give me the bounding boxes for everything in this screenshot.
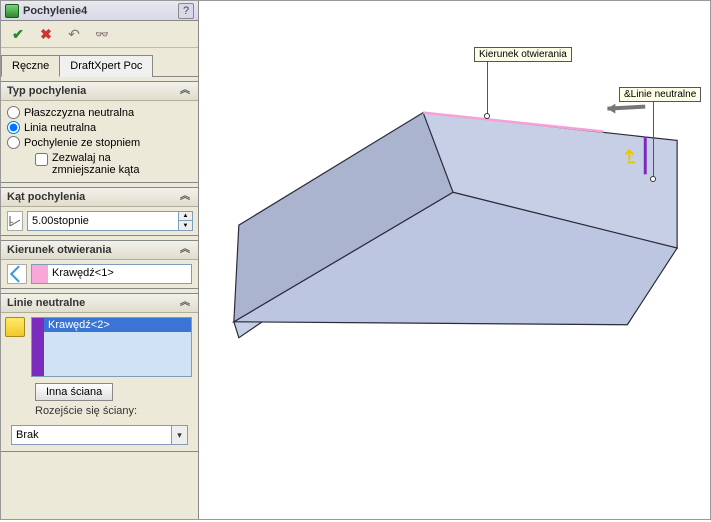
- spin-down-button[interactable]: ▼: [178, 221, 192, 230]
- angle-icon: [7, 211, 23, 231]
- property-panel: Pochylenie4 ? Ręczne DraftXpert Poc Typ …: [1, 1, 199, 519]
- graphics-viewport[interactable]: Kierunek otwierania &Linie neutralne: [199, 1, 710, 519]
- section-neutral-lines: Linie neutralne Krawędź<2> Inna ściana R…: [1, 293, 198, 452]
- section-title-direction: Kierunek otwierania: [7, 244, 178, 256]
- radio-neutral-line[interactable]: Linia neutralna: [7, 120, 192, 135]
- help-button[interactable]: ?: [178, 3, 194, 19]
- section-draft-type: Typ pochylenia Płaszczyzna neutralna Lin…: [1, 81, 198, 183]
- callout-neutral-lines: &Linie neutralne: [619, 87, 701, 102]
- direction-value: Krawędź<1>: [48, 265, 191, 283]
- leader-line: [487, 62, 488, 115]
- collapse-icon[interactable]: [178, 243, 192, 257]
- checkbox-allow-reduce[interactable]: Zezwalaj na zmniejszanie kąta: [7, 150, 192, 178]
- mode-tabs: Ręczne DraftXpert Poc: [1, 54, 198, 77]
- reverse-direction-icon[interactable]: [7, 264, 27, 284]
- checkbox-allow-reduce-label: Zezwalaj na zmniejszanie kąta: [52, 152, 139, 176]
- callout-direction: Kierunek otwierania: [474, 47, 572, 62]
- preview-button[interactable]: [93, 25, 111, 43]
- section-title-lines: Linie neutralne: [7, 297, 178, 309]
- radio-step-draft[interactable]: Pochylenie ze stopniem: [7, 135, 192, 150]
- radio-neutral-plane[interactable]: Płaszczyzna neutralna: [7, 105, 192, 120]
- radio-neutral-line-input[interactable]: [7, 121, 20, 134]
- radio-neutral-plane-input[interactable]: [7, 106, 20, 119]
- checkbox-allow-reduce-input[interactable]: [35, 153, 48, 166]
- leader-endpoint: [484, 113, 490, 119]
- section-direction: Kierunek otwierania Krawędź<1>: [1, 240, 198, 289]
- section-header-type[interactable]: Typ pochylenia: [1, 82, 198, 101]
- section-header-direction[interactable]: Kierunek otwierania: [1, 241, 198, 260]
- neutral-lines-listbox[interactable]: Krawędź<2>: [31, 317, 192, 377]
- model-view: [199, 1, 710, 519]
- direction-selection-box[interactable]: Krawędź<1>: [31, 264, 192, 284]
- section-header-angle[interactable]: Kąt pochylenia: [1, 188, 198, 207]
- angle-input[interactable]: [28, 212, 178, 230]
- section-title-type: Typ pochylenia: [7, 85, 178, 97]
- panel-titlebar: Pochylenie4 ?: [1, 1, 198, 21]
- tab-draftxpert[interactable]: DraftXpert Poc: [59, 55, 153, 77]
- combo-value: Brak: [12, 429, 171, 441]
- tab-manual[interactable]: Ręczne: [1, 55, 60, 77]
- cancel-button[interactable]: [37, 25, 55, 43]
- panel-title: Pochylenie4: [23, 5, 178, 17]
- leader-endpoint: [650, 176, 656, 182]
- collapse-icon[interactable]: [178, 190, 192, 204]
- chevron-down-icon[interactable]: [171, 426, 187, 444]
- leader-line: [653, 102, 654, 178]
- angle-input-box[interactable]: ▲ ▼: [27, 211, 193, 231]
- angle-spinner[interactable]: ▲ ▼: [178, 212, 192, 230]
- section-title-angle: Kąt pochylenia: [7, 191, 178, 203]
- radio-neutral-plane-label: Płaszczyzna neutralna: [24, 107, 134, 119]
- face-propagation-combo[interactable]: Brak: [11, 425, 188, 445]
- radio-step-draft-label: Pochylenie ze stopniem: [24, 137, 140, 149]
- undo-button[interactable]: [65, 25, 83, 43]
- action-row: [1, 21, 198, 48]
- section-header-lines[interactable]: Linie neutralne: [1, 294, 198, 313]
- face-propagation-label: Rozejście się ściany:: [7, 403, 192, 419]
- other-face-button[interactable]: Inna ściana: [35, 383, 113, 401]
- collapse-icon[interactable]: [178, 296, 192, 310]
- spin-up-button[interactable]: ▲: [178, 212, 192, 221]
- feature-icon: [5, 4, 19, 18]
- neutral-lines-color-swatch: [32, 318, 44, 376]
- direction-color-swatch: [32, 265, 48, 283]
- radio-neutral-line-label: Linia neutralna: [24, 122, 96, 134]
- ok-button[interactable]: [9, 25, 27, 43]
- neutral-lines-icon: [5, 317, 25, 337]
- section-draft-angle: Kąt pochylenia ▲ ▼: [1, 187, 198, 236]
- collapse-icon[interactable]: [178, 84, 192, 98]
- radio-step-draft-input[interactable]: [7, 136, 20, 149]
- list-item[interactable]: Krawędź<2>: [44, 318, 191, 332]
